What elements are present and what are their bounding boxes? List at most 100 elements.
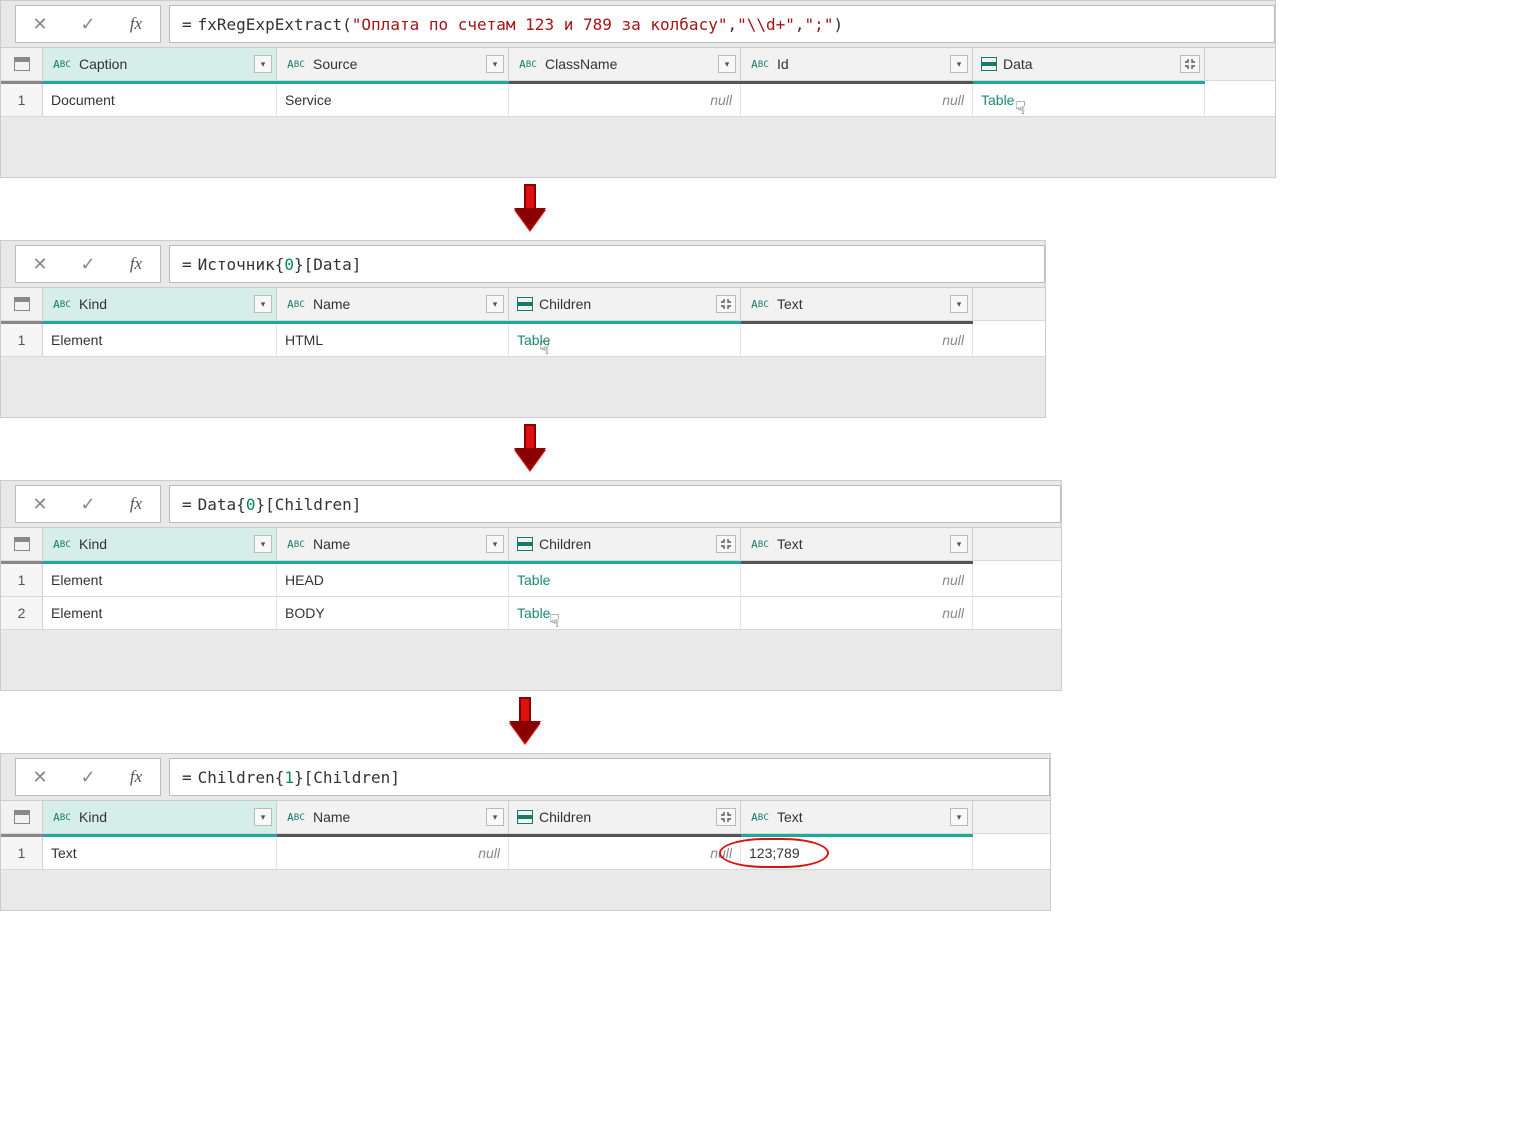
filter-icon[interactable]: ▾ [486, 295, 504, 313]
cancel-icon[interactable]: ✕ [16, 246, 64, 282]
col-data[interactable]: Data [973, 48, 1205, 80]
cancel-icon[interactable]: ✕ [16, 759, 64, 795]
accept-icon[interactable]: ✓ [64, 6, 112, 42]
filter-icon[interactable]: ▾ [486, 808, 504, 826]
cell[interactable]: null [277, 837, 509, 869]
table-row[interactable]: 1 Element HEAD Table null [1, 564, 1061, 597]
accept-icon[interactable]: ✓ [64, 759, 112, 795]
col-kind[interactable]: ABCKind▾ [43, 801, 277, 833]
filter-icon[interactable]: ▾ [950, 808, 968, 826]
cell[interactable]: null [509, 837, 741, 869]
col-children[interactable]: Children [509, 528, 741, 560]
cancel-icon[interactable]: ✕ [16, 6, 64, 42]
table-row[interactable]: 1 Text null null 123;789 [1, 837, 1050, 870]
formula-bar: ✕ ✓ fx = Data{0}[Children] [1, 481, 1061, 527]
filter-icon[interactable]: ▾ [718, 55, 736, 73]
row-number[interactable]: 1 [1, 324, 43, 356]
down-arrow-icon [516, 182, 544, 236]
col-text[interactable]: ABCText▾ [741, 528, 973, 560]
table-row[interactable]: 1 Document Service null null Table☟ [1, 84, 1275, 117]
filter-icon[interactable]: ▾ [254, 535, 272, 553]
data-grid: ABCCaption▾ ABCSource▾ ABCClassName▾ ABC… [1, 47, 1275, 117]
cancel-icon[interactable]: ✕ [16, 486, 64, 522]
col-children[interactable]: Children [509, 801, 741, 833]
col-kind[interactable]: ABCKind▾ [43, 288, 277, 320]
accept-icon[interactable]: ✓ [64, 246, 112, 282]
filter-icon[interactable]: ▾ [254, 55, 272, 73]
expand-icon[interactable] [1180, 55, 1200, 73]
col-classname[interactable]: ABCClassName▾ [509, 48, 741, 80]
filter-icon[interactable]: ▾ [950, 55, 968, 73]
formula-input[interactable]: = Children{1}[Children] [169, 758, 1050, 796]
cell[interactable]: Element [43, 597, 277, 629]
select-all-corner[interactable] [1, 801, 43, 833]
fx-icon[interactable]: fx [112, 759, 160, 795]
formula-buttons: ✕ ✓ fx [15, 758, 161, 796]
col-source[interactable]: ABCSource▾ [277, 48, 509, 80]
col-name[interactable]: ABCName▾ [277, 801, 509, 833]
col-children[interactable]: Children [509, 288, 741, 320]
formula-buttons: ✕ ✓ fx [15, 245, 161, 283]
cell[interactable]: HEAD [277, 564, 509, 596]
cell[interactable]: null [741, 564, 973, 596]
formula-input[interactable]: = fxRegExpExtract("Оплата по счетам 123 … [169, 5, 1275, 43]
col-text[interactable]: ABCText▾ [741, 288, 973, 320]
down-arrow-icon [511, 695, 539, 749]
cell-table-link[interactable]: Table☟ [509, 324, 741, 356]
filter-icon[interactable]: ▾ [254, 295, 272, 313]
cell[interactable]: null [741, 84, 973, 116]
col-id[interactable]: ABCId▾ [741, 48, 973, 80]
cell-result[interactable]: 123;789 [741, 837, 973, 869]
cell[interactable]: Text [43, 837, 277, 869]
cell-table-link[interactable]: Table☟ [509, 597, 741, 629]
expand-icon[interactable] [716, 808, 736, 826]
col-name[interactable]: ABCName▾ [277, 528, 509, 560]
query-panel-2: ✕ ✓ fx = Data{0}[Children] ABCKind▾ ABCN… [0, 480, 1062, 691]
col-kind[interactable]: ABCKind▾ [43, 528, 277, 560]
formula-input[interactable]: = Источник{0}[Data] [169, 245, 1045, 283]
fx-icon[interactable]: fx [112, 486, 160, 522]
row-number[interactable]: 2 [1, 597, 43, 629]
cell[interactable]: HTML [277, 324, 509, 356]
data-grid: ABCKind▾ ABCName▾ Children ABCText▾ 1 El… [1, 287, 1045, 357]
filter-icon[interactable]: ▾ [486, 55, 504, 73]
formula-input[interactable]: = Data{0}[Children] [169, 485, 1061, 523]
cell[interactable]: BODY [277, 597, 509, 629]
table-row[interactable]: 1 Element HTML Table☟ null [1, 324, 1045, 357]
cell[interactable]: null [741, 597, 973, 629]
fx-icon[interactable]: fx [112, 6, 160, 42]
expand-icon[interactable] [716, 535, 736, 553]
filter-icon[interactable]: ▾ [950, 295, 968, 313]
formula-buttons: ✕ ✓ fx [15, 485, 161, 523]
row-number[interactable]: 1 [1, 564, 43, 596]
data-grid: ABCKind▾ ABCName▾ Children ABCText▾ 1 Te… [1, 800, 1050, 870]
cell[interactable]: Document [43, 84, 277, 116]
row-number[interactable]: 1 [1, 84, 43, 116]
table-row[interactable]: 2 Element BODY Table☟ null [1, 597, 1061, 630]
select-all-corner[interactable] [1, 48, 43, 80]
data-grid: ABCKind▾ ABCName▾ Children ABCText▾ 1 El… [1, 527, 1061, 630]
cell-table-link[interactable]: Table [509, 564, 741, 596]
select-all-corner[interactable] [1, 528, 43, 560]
cell-table-link[interactable]: Table☟ [973, 84, 1205, 116]
col-text[interactable]: ABCText▾ [741, 801, 973, 833]
cell[interactable]: Element [43, 564, 277, 596]
col-name[interactable]: ABCName▾ [277, 288, 509, 320]
col-caption[interactable]: ABCCaption▾ [43, 48, 277, 80]
formula-bar: ✕ ✓ fx = Children{1}[Children] [1, 754, 1050, 800]
cell[interactable]: Service [277, 84, 509, 116]
filter-icon[interactable]: ▾ [486, 535, 504, 553]
row-number[interactable]: 1 [1, 837, 43, 869]
select-all-corner[interactable] [1, 288, 43, 320]
hand-cursor-icon: ☟ [1015, 98, 1026, 119]
formula-bar: ✕ ✓ fx = Источник{0}[Data] [1, 241, 1045, 287]
formula-bar: ✕ ✓ fx = fxRegExpExtract("Оплата по счет… [1, 1, 1275, 47]
expand-icon[interactable] [716, 295, 736, 313]
cell[interactable]: null [509, 84, 741, 116]
filter-icon[interactable]: ▾ [254, 808, 272, 826]
cell[interactable]: Element [43, 324, 277, 356]
filter-icon[interactable]: ▾ [950, 535, 968, 553]
cell[interactable]: null [741, 324, 973, 356]
accept-icon[interactable]: ✓ [64, 486, 112, 522]
fx-icon[interactable]: fx [112, 246, 160, 282]
